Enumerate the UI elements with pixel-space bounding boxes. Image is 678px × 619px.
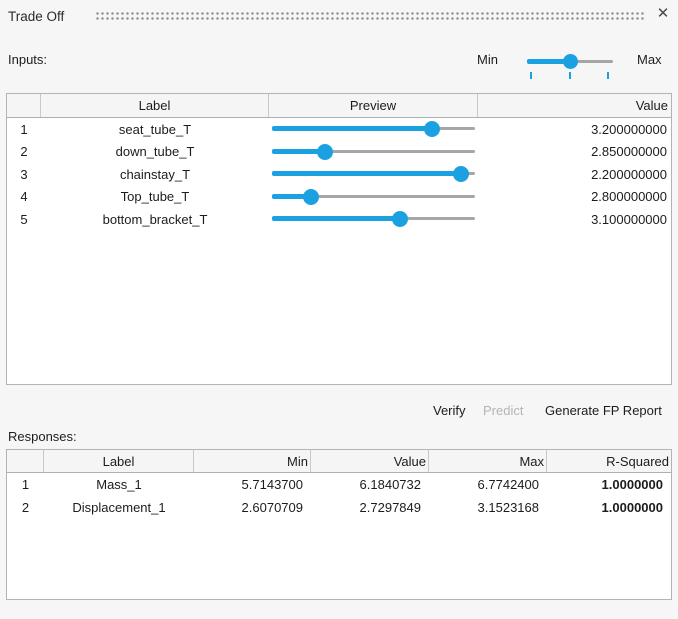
slider-tick xyxy=(607,72,609,79)
slider-thumb[interactable] xyxy=(392,211,408,227)
header-label: Label xyxy=(41,94,269,117)
header-value: Value xyxy=(311,450,429,472)
response-min: 5.7143700 xyxy=(194,473,311,496)
trade-off-panel: Trade Off ✕ Inputs: Min Max Label Previe… xyxy=(0,0,678,619)
inputs-table: Label Preview Value 1 seat_tube_T 3.2000… xyxy=(6,93,672,385)
row-number: 2 xyxy=(7,141,41,164)
slider-fill xyxy=(272,216,400,221)
response-value: 2.7297849 xyxy=(311,496,429,519)
response-r-squared: 1.0000000 xyxy=(547,496,671,519)
row-number: 1 xyxy=(7,473,44,496)
drag-handle-dots-icon[interactable] xyxy=(96,12,644,21)
response-value: 6.1840732 xyxy=(311,473,429,496)
row-number: 5 xyxy=(7,208,41,231)
slider-thumb[interactable] xyxy=(317,144,333,160)
response-label: Displacement_1 xyxy=(44,496,194,519)
response-label: Mass_1 xyxy=(44,473,194,496)
input-value[interactable]: 3.100000000 xyxy=(478,208,671,231)
header-num xyxy=(7,94,41,117)
header-value: Value xyxy=(478,94,671,117)
header-min: Min xyxy=(194,450,311,472)
input-value[interactable]: 2.200000000 xyxy=(478,163,671,186)
preview-slider[interactable] xyxy=(272,143,475,161)
input-label: Top_tube_T xyxy=(41,186,269,209)
slider-tick xyxy=(530,72,532,79)
input-label: chainstay_T xyxy=(41,163,269,186)
response-max: 3.1523168 xyxy=(429,496,547,519)
panel-title: Trade Off xyxy=(8,9,64,24)
header-preview: Preview xyxy=(269,94,478,117)
response-max: 6.7742400 xyxy=(429,473,547,496)
min-label: Min xyxy=(477,52,498,67)
table-row: 2 down_tube_T 2.850000000 xyxy=(7,141,671,164)
row-number: 3 xyxy=(7,163,41,186)
preview-slider[interactable] xyxy=(272,210,475,228)
max-label: Max xyxy=(637,52,662,67)
header-max: Max xyxy=(429,450,547,472)
header-r-squared: R-Squared xyxy=(547,450,671,472)
slider-thumb[interactable] xyxy=(563,54,578,69)
inputs-section-label: Inputs: xyxy=(8,52,47,67)
inputs-table-header: Label Preview Value xyxy=(7,94,671,118)
response-min: 2.6070709 xyxy=(194,496,311,519)
slider-thumb[interactable] xyxy=(303,189,319,205)
header-label: Label xyxy=(44,450,194,472)
input-label: down_tube_T xyxy=(41,141,269,164)
table-row: 1 seat_tube_T 3.200000000 xyxy=(7,118,671,141)
response-r-squared: 1.0000000 xyxy=(547,473,671,496)
title-bar: Trade Off ✕ xyxy=(0,0,678,32)
input-value[interactable]: 2.850000000 xyxy=(478,141,671,164)
input-label: bottom_bracket_T xyxy=(41,208,269,231)
responses-table-header: Label Min Value Max R-Squared xyxy=(7,450,671,473)
close-icon[interactable]: ✕ xyxy=(653,4,673,24)
preview-slider[interactable] xyxy=(272,165,475,183)
table-row: 5 bottom_bracket_T 3.100000000 xyxy=(7,208,671,231)
table-row: 4 Top_tube_T 2.800000000 xyxy=(7,186,671,209)
table-row: 1 Mass_1 5.7143700 6.1840732 6.7742400 1… xyxy=(7,473,671,496)
preview-slider[interactable] xyxy=(272,188,475,206)
slider-fill xyxy=(272,171,461,176)
slider-fill xyxy=(272,126,432,131)
table-row: 3 chainstay_T 2.200000000 xyxy=(7,163,671,186)
slider-thumb[interactable] xyxy=(453,166,469,182)
generate-fp-report-button[interactable]: Generate FP Report xyxy=(545,403,662,418)
input-value[interactable]: 3.200000000 xyxy=(478,118,671,141)
inputs-range-slider[interactable] xyxy=(527,53,613,71)
verify-button[interactable]: Verify xyxy=(433,403,466,418)
responses-table: Label Min Value Max R-Squared 1 Mass_1 5… xyxy=(6,449,672,600)
slider-tick xyxy=(569,72,571,79)
slider-thumb[interactable] xyxy=(424,121,440,137)
header-num xyxy=(7,450,44,472)
row-number: 1 xyxy=(7,118,41,141)
input-label: seat_tube_T xyxy=(41,118,269,141)
responses-section-label: Responses: xyxy=(8,429,77,444)
preview-slider[interactable] xyxy=(272,120,475,138)
predict-button: Predict xyxy=(483,403,523,418)
row-number: 4 xyxy=(7,186,41,209)
input-value[interactable]: 2.800000000 xyxy=(478,186,671,209)
table-row: 2 Displacement_1 2.6070709 2.7297849 3.1… xyxy=(7,496,671,519)
row-number: 2 xyxy=(7,496,44,519)
